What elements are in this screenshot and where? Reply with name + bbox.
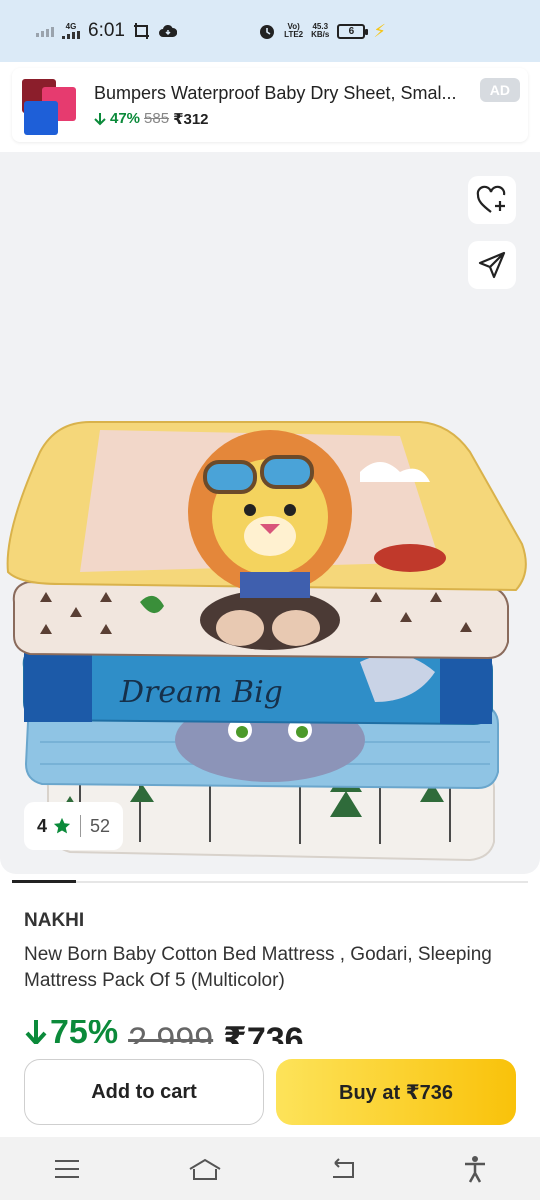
signal-icon — [36, 25, 54, 37]
star-icon — [53, 817, 71, 834]
brand-name[interactable]: NAKHI — [24, 910, 84, 932]
arrow-down-icon — [94, 112, 106, 125]
charging-icon: ⚡ — [373, 20, 386, 41]
rating-chip[interactable]: 4 52 — [24, 802, 124, 850]
signal-2-icon — [62, 31, 80, 39]
product-image[interactable]: Dream Big — [0, 272, 540, 872]
send-icon — [478, 251, 506, 279]
svg-text:Dream Big: Dream Big — [119, 675, 283, 710]
ad-thumbnail — [18, 73, 82, 137]
buy-now-button[interactable]: Buy at ₹736 — [276, 1059, 516, 1125]
ad-discount: 47% — [110, 110, 141, 127]
menu-icon[interactable] — [53, 1158, 81, 1180]
battery-icon: 6 — [337, 23, 369, 39]
ad-old-price: 585 — [144, 110, 170, 127]
lte-label: LTE2 — [284, 30, 304, 39]
arrow-down-icon — [25, 1020, 47, 1044]
ad-banner[interactable]: Bumpers Waterproof Baby Dry Sheet, Smal.… — [12, 68, 528, 142]
product-image-area[interactable]: Dream Big 4 52 — [0, 152, 540, 874]
alarm-icon — [260, 25, 275, 39]
image-pager-indicator — [12, 880, 76, 883]
rating-value: 4 — [37, 815, 48, 836]
status-bar: 4G 6:01 Vo) LTE2 45.3 KB/s 6 ⚡ — [0, 0, 540, 62]
ad-price: ₹312 — [173, 110, 209, 128]
system-nav-bar — [0, 1137, 540, 1200]
image-pager-track — [12, 881, 528, 883]
rating-count: 52 — [90, 815, 111, 836]
ad-title: Bumpers Waterproof Baby Dry Sheet, Smal.… — [94, 82, 457, 103]
product-discount: 75% — [50, 1020, 119, 1044]
accessibility-icon[interactable] — [463, 1155, 487, 1183]
heart-plus-icon — [476, 185, 506, 213]
product-title: New Born Baby Cotton Bed Mattress , Goda… — [24, 944, 492, 991]
product-price: ₹736 — [223, 1021, 304, 1044]
clock: 6:01 — [88, 20, 125, 41]
screenshot-icon — [133, 23, 149, 39]
home-icon[interactable] — [187, 1157, 223, 1181]
share-button[interactable] — [468, 241, 516, 289]
speed-unit: KB/s — [311, 30, 330, 39]
network-type: 4G — [65, 22, 77, 31]
wishlist-button[interactable] — [468, 176, 516, 224]
cloud-icon — [158, 24, 177, 37]
add-to-cart-button[interactable]: Add to cart — [24, 1059, 264, 1125]
ad-badge: AD — [479, 78, 520, 102]
back-icon[interactable] — [329, 1157, 357, 1181]
product-old-price: 2,999 — [128, 1021, 214, 1044]
battery-level: 6 — [348, 25, 355, 37]
price-row: 75% 2,999 ₹736 — [24, 1020, 304, 1044]
